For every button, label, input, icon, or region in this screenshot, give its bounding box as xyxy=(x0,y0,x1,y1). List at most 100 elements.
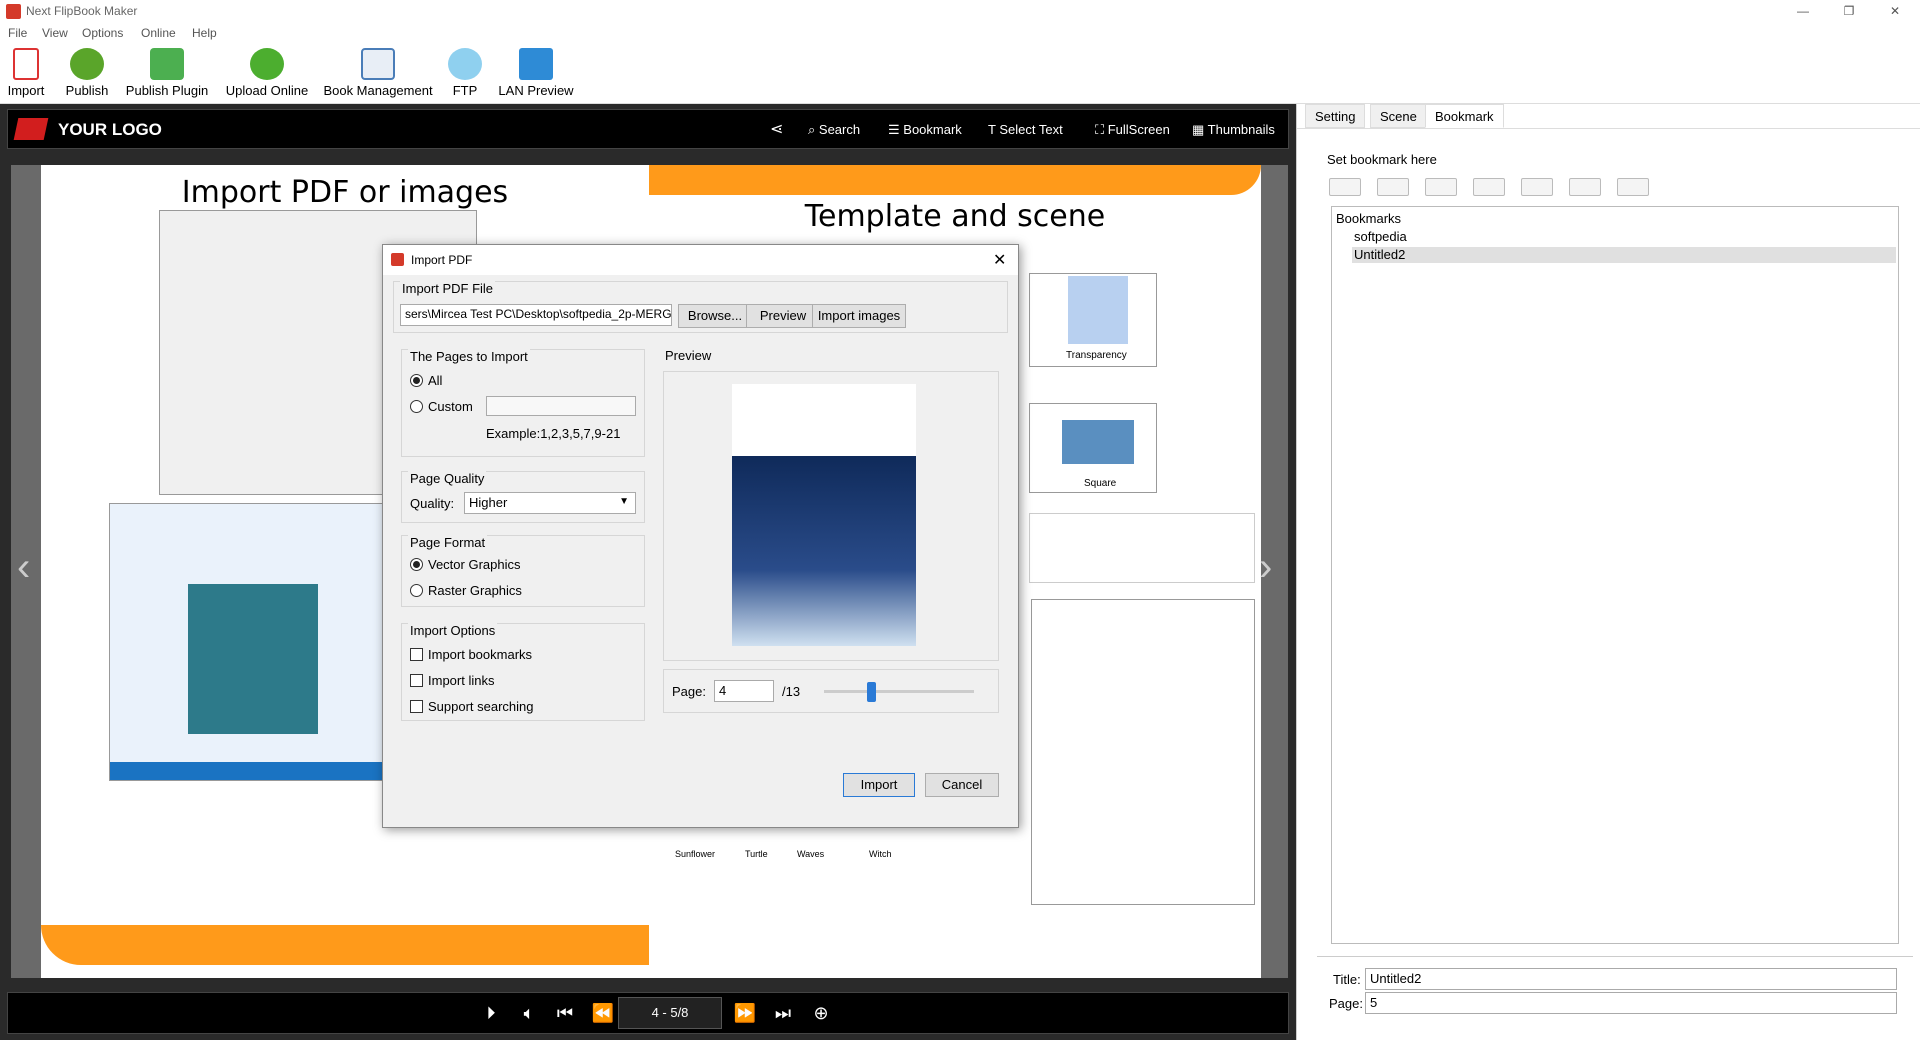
custom-radio[interactable] xyxy=(410,400,423,413)
page-input[interactable]: 5 xyxy=(1365,992,1897,1014)
quality-group: Page Quality Quality: Higher ▼ xyxy=(401,471,645,523)
move-up-button[interactable] xyxy=(1425,178,1457,196)
upload-arrow-icon xyxy=(250,48,284,80)
scene-thumbs-strip xyxy=(1029,513,1255,583)
logo-book-icon xyxy=(13,118,49,140)
menu-view[interactable]: View xyxy=(42,26,68,40)
last-page-icon[interactable]: ⏭ xyxy=(770,1003,796,1024)
pdf-import-icon xyxy=(13,48,39,80)
dialog-title: Import PDF xyxy=(411,253,473,267)
import-links-checkbox[interactable] xyxy=(410,674,423,687)
tree-item-selected[interactable]: Untitled2 xyxy=(1352,247,1896,263)
move-down-button[interactable] xyxy=(1473,178,1505,196)
preview-button[interactable]: Preview xyxy=(746,304,820,328)
menu-file[interactable]: File xyxy=(8,26,27,40)
window-title: Next FlipBook Maker xyxy=(26,4,138,18)
custom-pages-input[interactable] xyxy=(486,396,636,416)
raster-radio[interactable] xyxy=(410,584,423,597)
browse-button[interactable]: Browse... xyxy=(678,304,752,328)
viewer-top-bar: YOUR LOGO ⋖ ⌕ Search ☰ Bookmark T Select… xyxy=(7,109,1289,149)
search-icon: ⌕ xyxy=(808,122,819,137)
select-text-button[interactable]: T Select Text xyxy=(988,122,1063,137)
import-pdf-dialog: Import PDF ✕ Import PDF File sers\Mircea… xyxy=(382,244,1019,828)
import-button-dialog[interactable]: Import xyxy=(843,773,915,797)
indent-button[interactable] xyxy=(1569,178,1601,196)
set-bookmark-label: Set bookmark here xyxy=(1327,152,1437,167)
import-images-button[interactable]: Import images xyxy=(812,304,906,328)
text-icon: T xyxy=(988,122,1000,137)
publish-plugin-button[interactable]: Publish Plugin xyxy=(122,48,212,104)
cancel-button[interactable]: Cancel xyxy=(925,773,999,797)
bookmark-tree[interactable]: Bookmarks softpedia Untitled2 xyxy=(1331,206,1899,944)
tab-divider xyxy=(1297,128,1920,129)
file-path-input[interactable]: sers\Mircea Test PC\Desktop\softpedia_2p… xyxy=(400,304,672,326)
upload-online-button[interactable]: Upload Online xyxy=(224,48,310,104)
preview-area xyxy=(663,371,999,661)
close-window-button[interactable]: ✕ xyxy=(1872,0,1918,24)
dialog-close-icon[interactable]: ✕ xyxy=(993,250,1006,270)
next-page-icon[interactable]: ⏩ xyxy=(732,1003,758,1024)
all-radio[interactable] xyxy=(410,374,423,387)
witch-label: Witch xyxy=(869,849,892,859)
book-management-button[interactable]: Book Management xyxy=(320,48,436,104)
waves-label: Waves xyxy=(797,849,825,859)
publish-button[interactable]: Publish xyxy=(62,48,112,104)
play-icon[interactable]: ⏵ xyxy=(478,1003,504,1024)
title-input[interactable]: Untitled2 xyxy=(1365,968,1897,990)
previous-page-icon[interactable]: ⏪ xyxy=(590,1003,616,1024)
ftp-button[interactable]: FTP xyxy=(448,48,482,104)
preview-page-input[interactable]: 4 xyxy=(714,680,774,702)
tree-root[interactable]: Bookmarks xyxy=(1336,211,1401,226)
publish-icon xyxy=(70,48,104,80)
bookmark-button[interactable]: ☰ Bookmark xyxy=(888,122,962,138)
thumbnails-button[interactable]: ▦ Thumbnails xyxy=(1192,122,1275,138)
tab-scene[interactable]: Scene xyxy=(1370,104,1427,128)
first-page-icon[interactable]: ⏮ xyxy=(552,1003,578,1024)
page-slider-thumb[interactable] xyxy=(867,682,876,702)
tab-bookmark[interactable]: Bookmark xyxy=(1425,104,1504,128)
cloud-icon xyxy=(448,48,482,80)
vector-radio[interactable] xyxy=(410,558,423,571)
add-child-bookmark-button[interactable] xyxy=(1377,178,1409,196)
left-page-footer-wave xyxy=(41,925,649,965)
title-label: Title: xyxy=(1333,972,1361,987)
import-options-group: Import Options Import bookmarks Import l… xyxy=(401,623,645,721)
menu-help[interactable]: Help xyxy=(192,26,217,40)
maximize-button[interactable]: ❐ xyxy=(1826,0,1872,24)
support-searching-checkbox[interactable] xyxy=(410,700,423,713)
zoom-in-icon[interactable]: ⊕ xyxy=(808,1003,834,1024)
puzzle-icon xyxy=(150,48,184,80)
dialog-title-bar: Import PDF ✕ xyxy=(383,245,1018,275)
menu-online[interactable]: Online xyxy=(141,26,176,40)
menu-bar: File View Options Online Help xyxy=(0,24,1920,44)
right-page-title: Template and scene xyxy=(804,199,1106,234)
quality-select[interactable]: Higher ▼ xyxy=(464,492,636,514)
tools-icon xyxy=(361,48,395,80)
share-icon[interactable]: ⋖ xyxy=(770,119,783,139)
square-label: Square xyxy=(1084,478,1117,489)
volume-icon[interactable]: 🔈︎ xyxy=(516,1003,542,1024)
search-button[interactable]: ⌕ Search xyxy=(808,122,860,138)
tab-setting[interactable]: Setting xyxy=(1305,104,1366,128)
prev-page-arrow-icon[interactable]: ‹ xyxy=(17,545,30,590)
fullscreen-button[interactable]: ⛶ FullScreen xyxy=(1095,122,1170,138)
dropdown-arrow-icon: ▼ xyxy=(619,496,629,507)
template-thumb-panel-2: Square xyxy=(1029,403,1157,493)
network-icon xyxy=(519,48,553,80)
next-page-arrow-icon[interactable]: › xyxy=(1259,545,1272,590)
page-indicator[interactable]: 4 - 5/8 xyxy=(618,997,722,1029)
delete-bookmark-button[interactable] xyxy=(1521,178,1553,196)
preview-group: Preview Page: 4 /13 xyxy=(659,348,1007,729)
import-button[interactable]: Import xyxy=(6,48,46,104)
add-bookmark-button[interactable] xyxy=(1329,178,1361,196)
page-label: Page: xyxy=(1329,996,1363,1011)
menu-options[interactable]: Options xyxy=(82,26,123,40)
settings-grid-thumb xyxy=(1031,599,1255,905)
pages-group: The Pages to Import All Custom Example:1… xyxy=(401,349,645,457)
tree-item[interactable]: softpedia xyxy=(1354,229,1407,244)
lan-preview-button[interactable]: LAN Preview xyxy=(496,48,576,104)
minimize-button[interactable]: — xyxy=(1780,0,1826,24)
edit-bookmark-button[interactable] xyxy=(1617,178,1649,196)
page-slider-track[interactable] xyxy=(824,690,974,693)
import-bookmarks-checkbox[interactable] xyxy=(410,648,423,661)
